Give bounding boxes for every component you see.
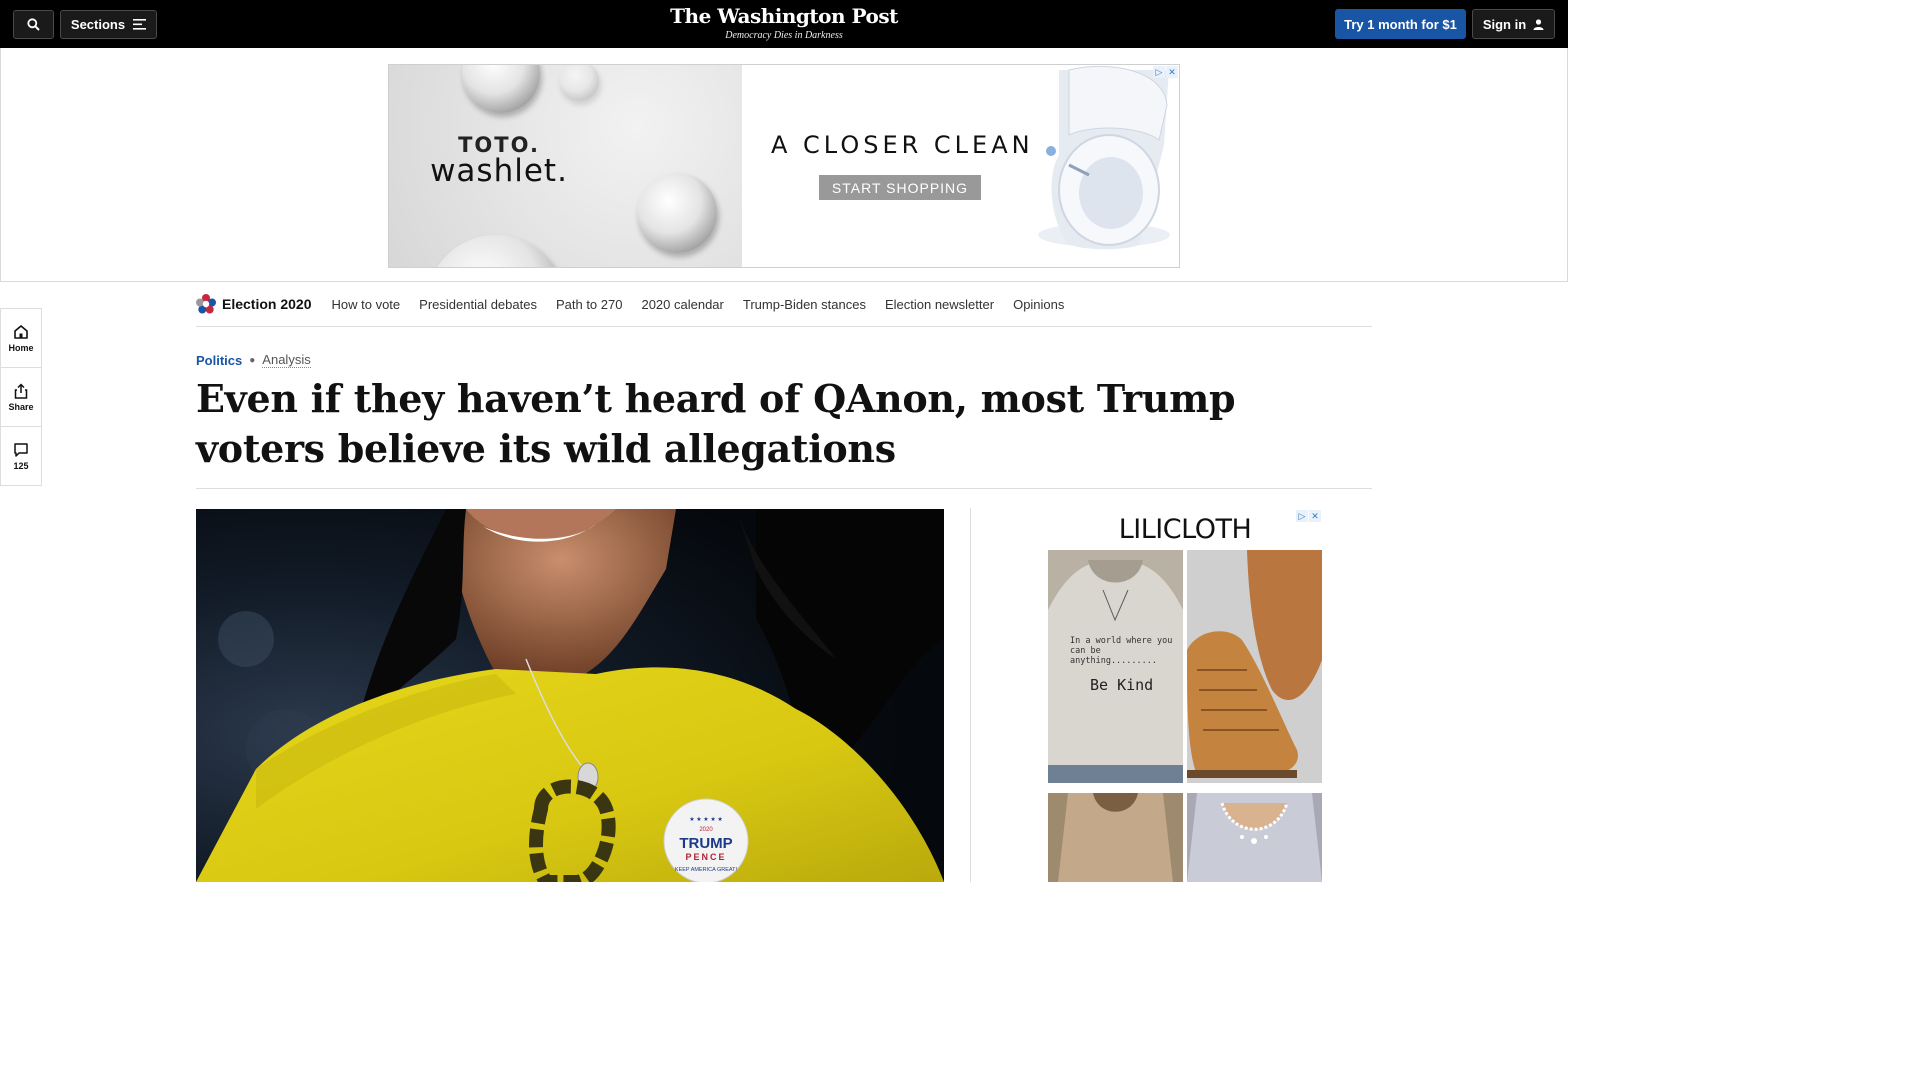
water-drop (426, 235, 566, 267)
ad-close-icon[interactable]: ✕ (1166, 66, 1178, 78)
ad-info-icon[interactable]: ▷ (1153, 66, 1165, 78)
sections-label: Sections (70, 17, 126, 32)
sidebar-ad-close-icon[interactable]: ✕ (1309, 510, 1321, 522)
button-trump-text: TRUMP (679, 835, 732, 852)
ad-product-boots[interactable] (1187, 550, 1322, 783)
election-star-icon (196, 294, 216, 314)
sidebar-ad-info-icon[interactable]: ▷ (1296, 510, 1308, 522)
lead-photo: 2020 TRUMP PENCE KEEP AMERICA GREAT! ★ ★… (196, 509, 944, 882)
rail-share-label: Share (8, 401, 34, 412)
masthead: The Washington Post Democracy Dies in Da… (0, 4, 1568, 41)
water-drop (637, 173, 717, 253)
article-type-label[interactable]: Analysis (262, 352, 311, 368)
sweatshirt-image: In a world where you can be anything....… (1048, 550, 1183, 783)
sign-in-label: Sign in (1482, 16, 1527, 32)
water-drop (559, 65, 599, 101)
sign-in-button[interactable]: Sign in (1472, 9, 1555, 39)
water-drop (462, 65, 540, 113)
ad-product-hoodie[interactable] (1048, 793, 1183, 882)
rail-comments-button[interactable]: 125 (1, 427, 41, 486)
rail-comments-count: 125 (13, 461, 29, 471)
site-logo[interactable]: The Washington Post (670, 4, 898, 28)
boots-image (1187, 550, 1322, 783)
ad-product-sweatshirt[interactable]: In a world where you can be anything....… (1048, 550, 1183, 783)
site-tagline: Democracy Dies in Darkness (725, 30, 843, 41)
button-slogan-text: KEEP AMERICA GREAT! (675, 867, 738, 873)
ad-choices: ▷ ✕ (1153, 66, 1178, 78)
comment-icon (14, 443, 28, 457)
hoodie-image (1048, 793, 1183, 882)
search-button[interactable] (13, 10, 54, 39)
article-headline: Even if they haven’t heard of QAnon, mos… (196, 376, 1236, 471)
sweatshirt-big-text: Be Kind (1090, 676, 1153, 694)
nav-opinions[interactable]: Opinions (1013, 297, 1064, 312)
ad-water-drops-panel: TOTO. washlet. (389, 65, 742, 267)
ad-product-lace-top[interactable] (1187, 793, 1322, 882)
button-stars: ★ ★ ★ ★ ★ (689, 816, 723, 823)
nav-presidential-debates[interactable]: Presidential debates (419, 297, 537, 312)
home-icon (14, 324, 28, 339)
nav-how-to-vote[interactable]: How to vote (332, 297, 401, 312)
column-divider (970, 508, 971, 882)
election-2020-link[interactable]: Election 2020 (196, 294, 312, 314)
ad-brand-line2: washlet. (430, 153, 568, 189)
user-icon (1533, 18, 1544, 30)
lace-top-image (1187, 793, 1322, 882)
toilet-seat-image (1038, 65, 1170, 250)
nav-election-newsletter[interactable]: Election newsletter (885, 297, 994, 312)
headline-divider (196, 488, 1372, 489)
rail-share-button[interactable]: Share (1, 368, 41, 427)
sidebar-ad[interactable]: LILICLOTH In a world where you can be an… (1048, 509, 1322, 882)
nav-trump-biden-stances[interactable]: Trump-Biden stances (743, 297, 866, 312)
nav-2020-calendar[interactable]: 2020 calendar (641, 297, 723, 312)
search-icon (27, 18, 40, 31)
sweatshirt-small-text: In a world where you can be anything....… (1070, 636, 1173, 666)
button-pence-text: PENCE (685, 852, 726, 862)
kicker-separator: ● (249, 354, 256, 366)
article-kicker: Politics ● Analysis (196, 352, 311, 368)
hamburger-menu-icon (133, 19, 147, 30)
nav-path-to-270[interactable]: Path to 270 (556, 297, 623, 312)
button-year: 2020 (699, 827, 713, 833)
election-2020-title: Election 2020 (222, 296, 312, 312)
ad-slogan: A CLOSER CLEAN (771, 131, 1034, 159)
lead-photo-illustration: 2020 TRUMP PENCE KEEP AMERICA GREAT! ★ ★… (196, 509, 944, 882)
ad-brand-name: LILICLOTH (1118, 514, 1252, 545)
election-2020-nav: Election 2020 How to vote Presidential d… (196, 282, 1372, 327)
article-action-rail: Home Share 125 (0, 308, 42, 486)
ad-brand-logo: TOTO. washlet. (419, 133, 579, 189)
sidebar-ad-choices: ▷ ✕ (1296, 510, 1321, 522)
section-link[interactable]: Politics (196, 353, 242, 368)
top-navigation-bar: Sections The Washington Post Democracy D… (0, 0, 1568, 48)
ad-cta-button[interactable]: START SHOPPING (819, 175, 981, 200)
sections-menu-button[interactable]: Sections (60, 10, 157, 39)
share-icon (14, 382, 28, 399)
rail-home-label: Home (8, 342, 34, 353)
subscribe-button[interactable]: Try 1 month for $1 (1335, 9, 1466, 39)
rail-home-button[interactable]: Home (1, 309, 41, 368)
top-banner-ad[interactable]: TOTO. washlet. A CLOSER CLEAN START SHOP… (388, 64, 1180, 268)
